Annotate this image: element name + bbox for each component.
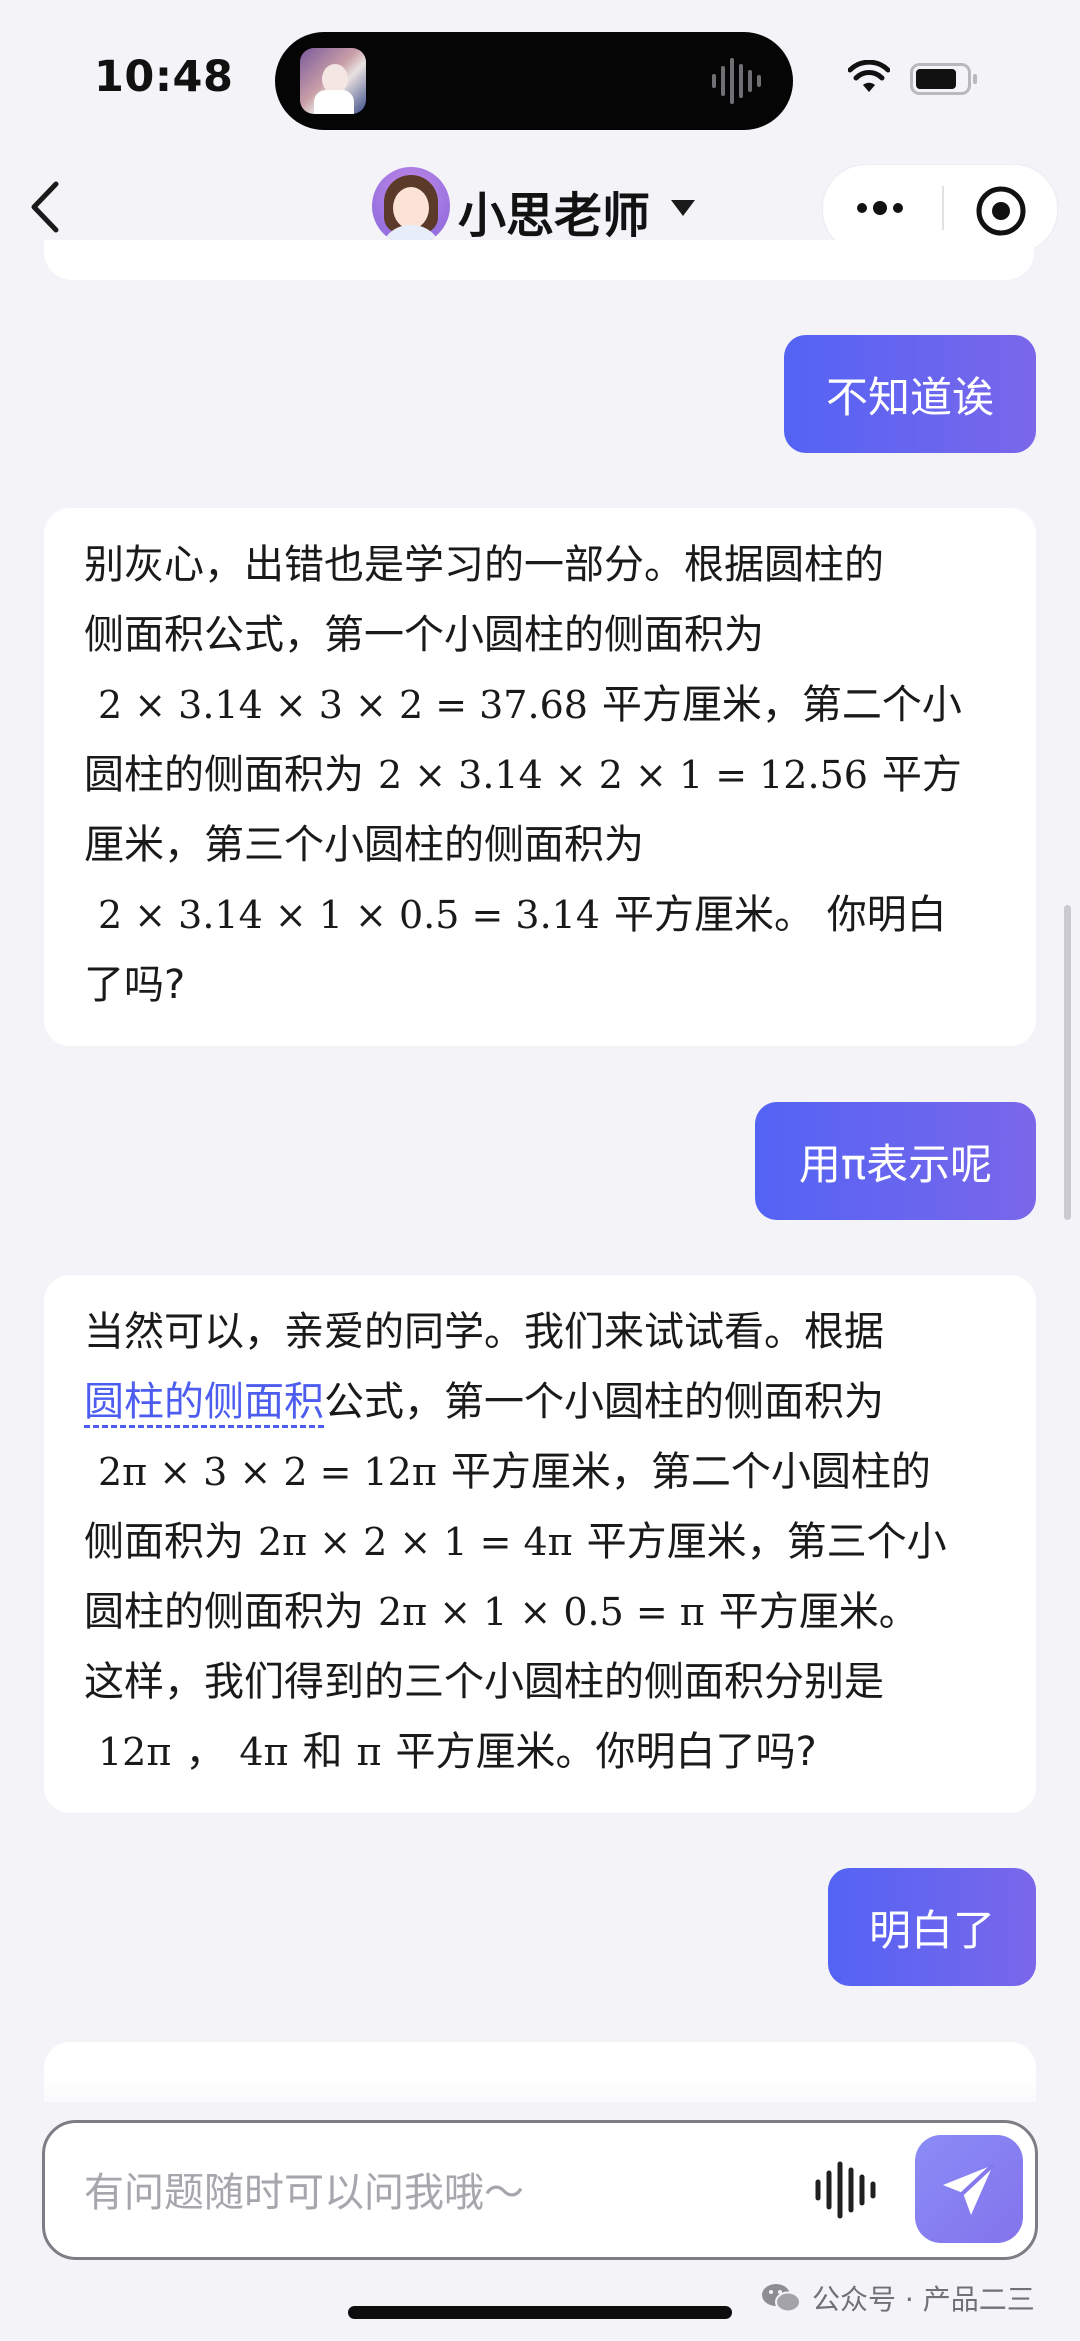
message-text: 平方厘米，第三个小 (586, 1519, 947, 1565)
message-line: 2 × 3.14 × 1 × 0.5 = 3.14 平方厘米。 你明白 (84, 880, 947, 950)
watermark: 公众号 · 产品二三 (760, 2278, 1035, 2318)
watermark-text: 公众号 · 产品二三 (812, 2283, 1035, 2316)
battery-icon (910, 63, 977, 95)
message-text: 平方厘米。 (718, 1589, 919, 1635)
message-text: 这样，我们得到的三个小圆柱的侧面积分别是 (84, 1659, 884, 1705)
wifi-icon (848, 60, 890, 92)
previous-message-edge (44, 240, 1034, 280)
message-text: 别灰心，出错也是学习的一部分。根据圆柱的 (84, 542, 884, 588)
message-input[interactable]: 有问题随时可以问我哦～ (84, 2160, 524, 2218)
message-line: 12π ， 4π 和 π 平方厘米。你明白了吗? (84, 1717, 817, 1787)
message-line: 圆柱的侧面积为 2 × 3.14 × 2 × 1 = 12.56 平方 (84, 740, 962, 810)
formula: π (356, 1730, 382, 1774)
caret-down-icon[interactable] (668, 197, 698, 219)
formula: 2π × 3 × 2 = 12π (98, 1450, 437, 1494)
formula: 2 × 3.14 × 2 × 1 = 12.56 (378, 753, 868, 797)
message-text: ， (185, 1729, 226, 1775)
message-text: 侧面积为 (84, 1519, 244, 1565)
message-line: 侧面积为 2π × 2 × 1 = 4π 平方厘米，第三个小 (84, 1507, 947, 1577)
user-message[interactable]: 不知道诶 (784, 335, 1036, 453)
message-text: 平方厘米，第二个小 (601, 682, 962, 728)
message-text: 平方厘米，第二个小圆柱的 (450, 1449, 931, 1495)
message-text: 圆柱的侧面积为 (84, 1589, 364, 1635)
message-text: 和 (302, 1729, 343, 1775)
now-playing-thumbnail[interactable] (300, 48, 366, 114)
user-message[interactable]: 用π表示呢 (755, 1102, 1036, 1220)
message-text: 圆柱的侧面积为 (84, 752, 364, 798)
formula: 4π (239, 1730, 289, 1774)
message-text: 平方厘米。你明白了吗? (395, 1729, 817, 1775)
formula: 2π × 1 × 0.5 = π (378, 1590, 705, 1634)
message-text: 平方 (881, 752, 962, 798)
page-title[interactable]: 小思老师 (458, 176, 650, 246)
formula: 2 × 3.14 × 3 × 2 = 37.68 (98, 683, 588, 727)
audio-wave-icon (712, 58, 761, 104)
chat-scrollbar[interactable] (1064, 905, 1071, 1220)
teacher-avatar[interactable] (372, 167, 450, 245)
message-line: 2 × 3.14 × 3 × 2 = 37.68 平方厘米，第二个小 (84, 670, 962, 740)
target-icon[interactable] (973, 183, 1029, 239)
assistant-message[interactable]: 别灰心，出错也是学习的一部分。根据圆柱的 侧面积公式，第一个小圆柱的侧面积为 2… (44, 508, 1036, 1046)
message-line: 2π × 3 × 2 = 12π 平方厘米，第二个小圆柱的 (84, 1437, 931, 1507)
capsule-divider (942, 186, 944, 230)
formula: 12π (98, 1730, 172, 1774)
term-link[interactable]: 圆柱的侧面积 (84, 1379, 324, 1428)
assistant-message[interactable]: 当然可以，亲爱的同学。我们来试试看。根据 圆柱的侧面积公式，第一个小圆柱的侧面积… (44, 1275, 1036, 1813)
message-text: 平方厘米。 你明白 (614, 892, 947, 938)
user-message[interactable]: 明白了 (828, 1868, 1036, 1986)
formula: 2 × 3.14 × 1 × 0.5 = 3.14 (98, 893, 600, 937)
message-text: 了吗? (84, 962, 186, 1008)
formula: 2π × 2 × 1 = 4π (258, 1520, 573, 1564)
back-icon[interactable] (22, 178, 68, 236)
message-line: 圆柱的侧面积为 2π × 1 × 0.5 = π 平方厘米。 (84, 1577, 919, 1647)
message-text: 当然可以，亲爱的同学。我们来试试看。根据 (84, 1309, 884, 1355)
home-indicator[interactable] (348, 2306, 732, 2319)
message-text: 厘米，第三个小圆柱的侧面积为 (84, 822, 644, 868)
wechat-icon (762, 2284, 801, 2313)
message-text: 公式，第一个小圆柱的侧面积为 (324, 1379, 884, 1425)
message-text: 侧面积公式，第一个小圆柱的侧面积为 (84, 612, 764, 658)
status-time: 10:48 (94, 52, 234, 102)
send-icon[interactable] (937, 2157, 1001, 2221)
voice-icon[interactable] (811, 2156, 881, 2224)
more-icon[interactable] (852, 186, 908, 230)
message-line: 圆柱的侧面积公式，第一个小圆柱的侧面积为 (84, 1367, 884, 1437)
